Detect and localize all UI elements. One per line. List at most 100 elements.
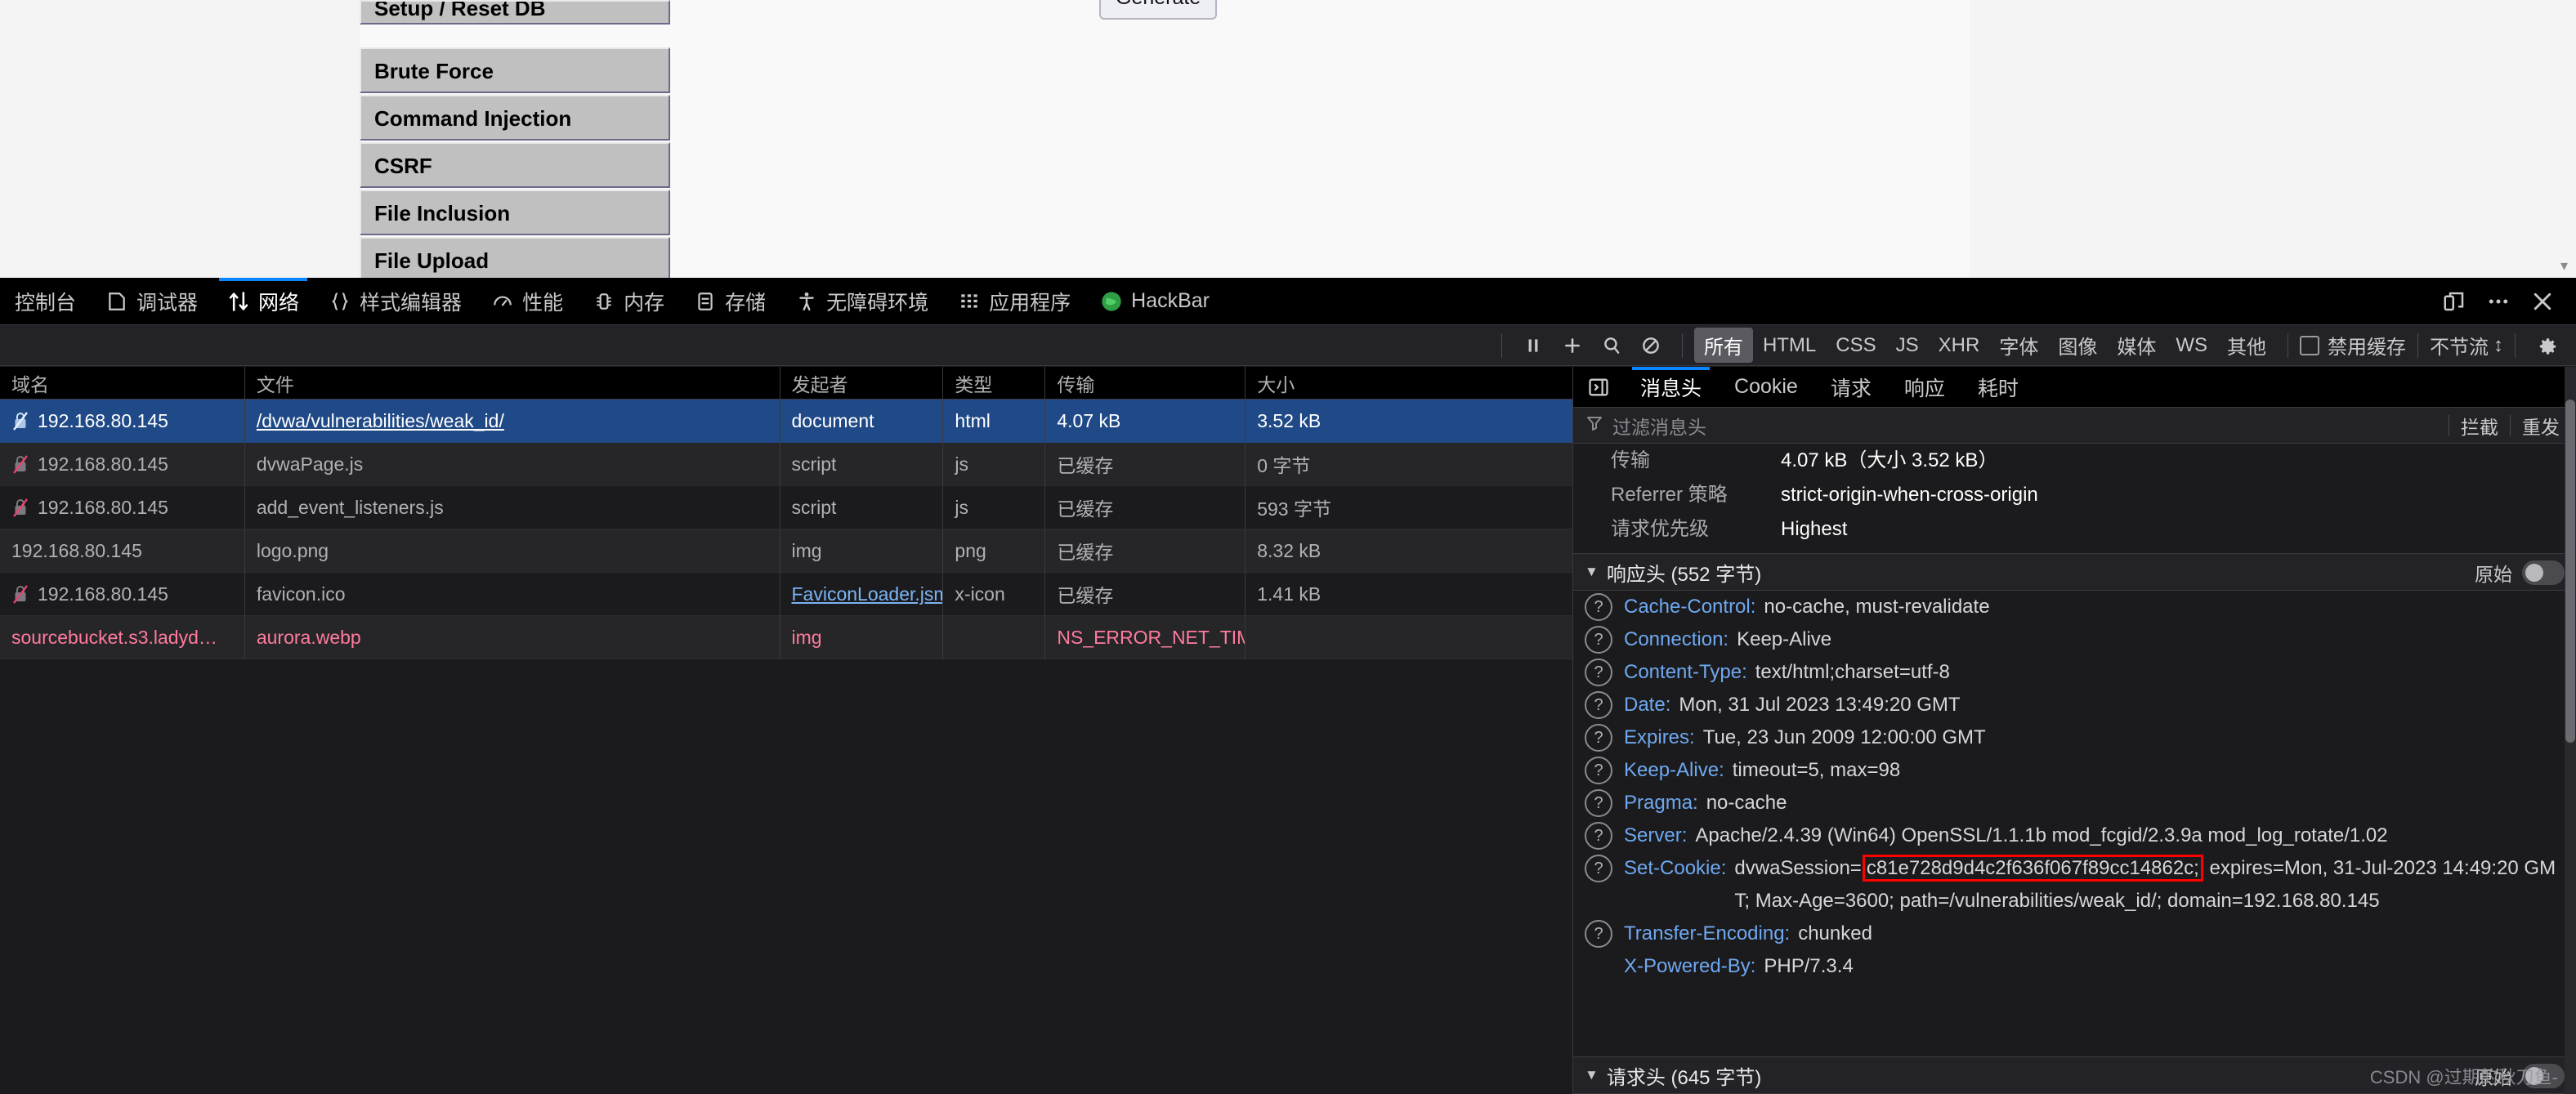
dvwa-button-setup-reset-db[interactable]: Setup / Reset DB xyxy=(360,0,670,25)
panel-toggle-icon[interactable] xyxy=(1573,367,1624,408)
table-row[interactable]: 192.168.80.145 dvwaPage.js script js 已缓存 0 字节 xyxy=(0,443,1573,486)
column-header-type[interactable]: 类型 xyxy=(943,367,1046,399)
transferred-text: NS_ERROR_NET_TIME… xyxy=(1057,626,1245,648)
dvwa-button-csrf[interactable]: CSRF xyxy=(360,142,670,188)
tab-storage[interactable]: 存储 xyxy=(679,278,780,325)
summary-key: 请求优先级 xyxy=(1611,518,1709,540)
domain-text: 192.168.80.145 xyxy=(38,496,168,518)
detail-tab-request[interactable]: 请求 xyxy=(1814,367,1888,408)
headers-filter-input[interactable]: 过滤消息头 xyxy=(1612,412,1706,440)
file-text: dvwaPage.js xyxy=(256,453,364,475)
table-row[interactable]: 192.168.80.145/dvwa/vulnerabilities/weak… xyxy=(0,400,1573,443)
generate-button[interactable]: Generate xyxy=(1099,0,1218,20)
pause-icon[interactable] xyxy=(1514,329,1553,362)
close-icon[interactable] xyxy=(2520,279,2565,324)
dvwa-button-brute-force[interactable]: Brute Force xyxy=(360,47,670,93)
filter-type-js[interactable]: JS xyxy=(1886,331,1929,360)
header-info-icon[interactable]: ? xyxy=(1585,855,1612,882)
tab-style-editor[interactable]: 样式编辑器 xyxy=(314,278,476,325)
response-header-row: ? Keep-Alive: timeout=5, max=98 xyxy=(1573,754,2576,787)
csdn-watermark: CSDN @过期的秋刀鱼- xyxy=(2369,1067,2558,1087)
cell-file[interactable]: add_event_listeners.js xyxy=(244,486,780,529)
dvwa-button-file-upload[interactable]: File Upload xyxy=(360,237,670,283)
header-info-icon[interactable]: ? xyxy=(1585,593,1612,621)
tab-memory[interactable]: 内存 xyxy=(578,278,679,325)
funnel-icon xyxy=(1585,413,1604,437)
detail-tab-headers[interactable]: 消息头 xyxy=(1624,366,1718,408)
table-row[interactable]: sourcebucket.s3.ladyd… aurora.webp img NS_E… xyxy=(0,616,1573,659)
header-info-icon[interactable]: ? xyxy=(1585,626,1612,654)
column-header-domain[interactable]: 域名 xyxy=(0,367,245,399)
cell-file[interactable]: logo.png xyxy=(244,529,780,573)
header-name: Transfer-Encoding: xyxy=(1624,922,1791,944)
tab-performance[interactable]: 性能 xyxy=(476,278,578,325)
header-name: Date: xyxy=(1624,694,1671,716)
more-options-icon[interactable] xyxy=(2476,279,2520,324)
responsive-design-mode-icon[interactable] xyxy=(2432,279,2476,324)
filter-type-ws[interactable]: WS xyxy=(2166,331,2217,360)
accessibility-icon xyxy=(795,290,818,313)
filter-type-font[interactable]: 字体 xyxy=(1989,328,2048,363)
filter-type-xhr[interactable]: XHR xyxy=(1929,331,1990,360)
header-info-icon[interactable]: ? xyxy=(1585,789,1612,817)
plus-icon[interactable] xyxy=(1553,329,1592,362)
tab-application[interactable]: 应用程序 xyxy=(943,278,1085,325)
filter-type-all[interactable]: 所有 xyxy=(1693,328,1753,363)
tab-accessibility[interactable]: 无障碍环境 xyxy=(780,278,943,325)
column-header-file[interactable]: 文件 xyxy=(245,367,780,399)
filter-type-other[interactable]: 其他 xyxy=(2217,328,2276,363)
insecure-lock-icon xyxy=(11,411,29,431)
table-row[interactable]: 192.168.80.145 logo.png img png 已缓存 8.32 kB xyxy=(0,529,1573,573)
filter-type-image[interactable]: 图像 xyxy=(2048,328,2107,363)
header-value: Mon, 31 Jul 2023 13:49:20 GMT xyxy=(1679,694,1961,716)
resend-request-button[interactable]: 重发 xyxy=(2511,412,2571,440)
header-info-icon[interactable]: ? xyxy=(1585,757,1612,784)
throttle-select[interactable]: 不节流 ↕ xyxy=(2430,331,2503,359)
initiator-text: document xyxy=(791,409,874,431)
detail-tab-cookie[interactable]: Cookie xyxy=(1718,367,1814,408)
column-header-size[interactable]: 大小 xyxy=(1246,367,1572,399)
header-info-icon[interactable]: ? xyxy=(1585,724,1612,752)
column-header-transferred[interactable]: 传输 xyxy=(1045,367,1246,399)
response-headers-section-header[interactable]: ▼ 响应头 (552 字节) 原始 xyxy=(1573,553,2576,591)
block-request-button[interactable]: 拦截 xyxy=(2449,412,2510,440)
tab-debugger[interactable]: 调试器 xyxy=(91,278,212,325)
tab-console[interactable]: 控制台 xyxy=(0,278,91,325)
column-header-initiator[interactable]: 发起者 xyxy=(780,367,944,399)
cell-file[interactable]: /dvwa/vulnerabilities/weak_id/ xyxy=(244,400,780,443)
search-icon[interactable] xyxy=(1592,329,1631,362)
detail-tab-response[interactable]: 响应 xyxy=(1888,367,1961,408)
detail-scrollbar[interactable] xyxy=(2565,367,2576,1094)
toggle-switch[interactable] xyxy=(2522,560,2565,585)
tab-hackbar[interactable]: HackBar xyxy=(1085,278,1224,325)
toolbar-divider-1 xyxy=(1500,333,1502,358)
hackbar-icon xyxy=(1100,290,1123,313)
dvwa-button-file-inclusion[interactable]: File Inclusion xyxy=(360,190,670,235)
cell-file[interactable]: aurora.webp xyxy=(244,616,780,659)
header-info-icon[interactable]: ? xyxy=(1585,659,1612,686)
dvwa-button-command-injection[interactable]: Command Injection xyxy=(360,95,670,141)
cell-file[interactable]: favicon.ico xyxy=(244,573,780,616)
block-icon[interactable] xyxy=(1631,329,1670,362)
table-row[interactable]: 192.168.80.145 favicon.ico FaviconLoader.j… xyxy=(0,573,1573,616)
cell-domain: 192.168.80.145 xyxy=(0,400,245,443)
page-scroll-down-arrow[interactable]: ▾ xyxy=(2560,257,2568,275)
cell-size: 0 字节 xyxy=(1246,443,1573,486)
tab-network[interactable]: 网络 xyxy=(212,277,314,325)
response-raw-toggle[interactable]: 原始 xyxy=(2475,554,2565,592)
cell-transferred: 已缓存 xyxy=(1045,529,1246,573)
header-info-icon[interactable]: ? xyxy=(1585,691,1612,719)
header-info-icon[interactable]: ? xyxy=(1585,822,1612,850)
disable-cache-checkbox[interactable]: 禁用缓存 xyxy=(2300,331,2406,359)
filter-type-html[interactable]: HTML xyxy=(1753,331,1826,360)
table-row[interactable]: 192.168.80.145 add_event_listeners.js scri… xyxy=(0,486,1573,529)
cell-file[interactable]: dvwaPage.js xyxy=(244,443,780,486)
detail-tab-timings[interactable]: 耗时 xyxy=(1961,367,2035,408)
filter-type-css[interactable]: CSS xyxy=(1826,331,1885,360)
cell-initiator[interactable]: FaviconLoader.jsm:18… xyxy=(780,573,944,616)
gear-icon[interactable] xyxy=(2527,329,2566,362)
filter-type-media[interactable]: 媒体 xyxy=(2107,328,2166,363)
detail-scrollbar-thumb[interactable] xyxy=(2565,400,2575,743)
network-filter-toolbar: 所有 HTML CSS JS XHR 字体 图像 媒体 WS 其他 禁用缓存 不… xyxy=(0,325,2576,366)
header-info-icon[interactable]: ? xyxy=(1585,920,1612,948)
